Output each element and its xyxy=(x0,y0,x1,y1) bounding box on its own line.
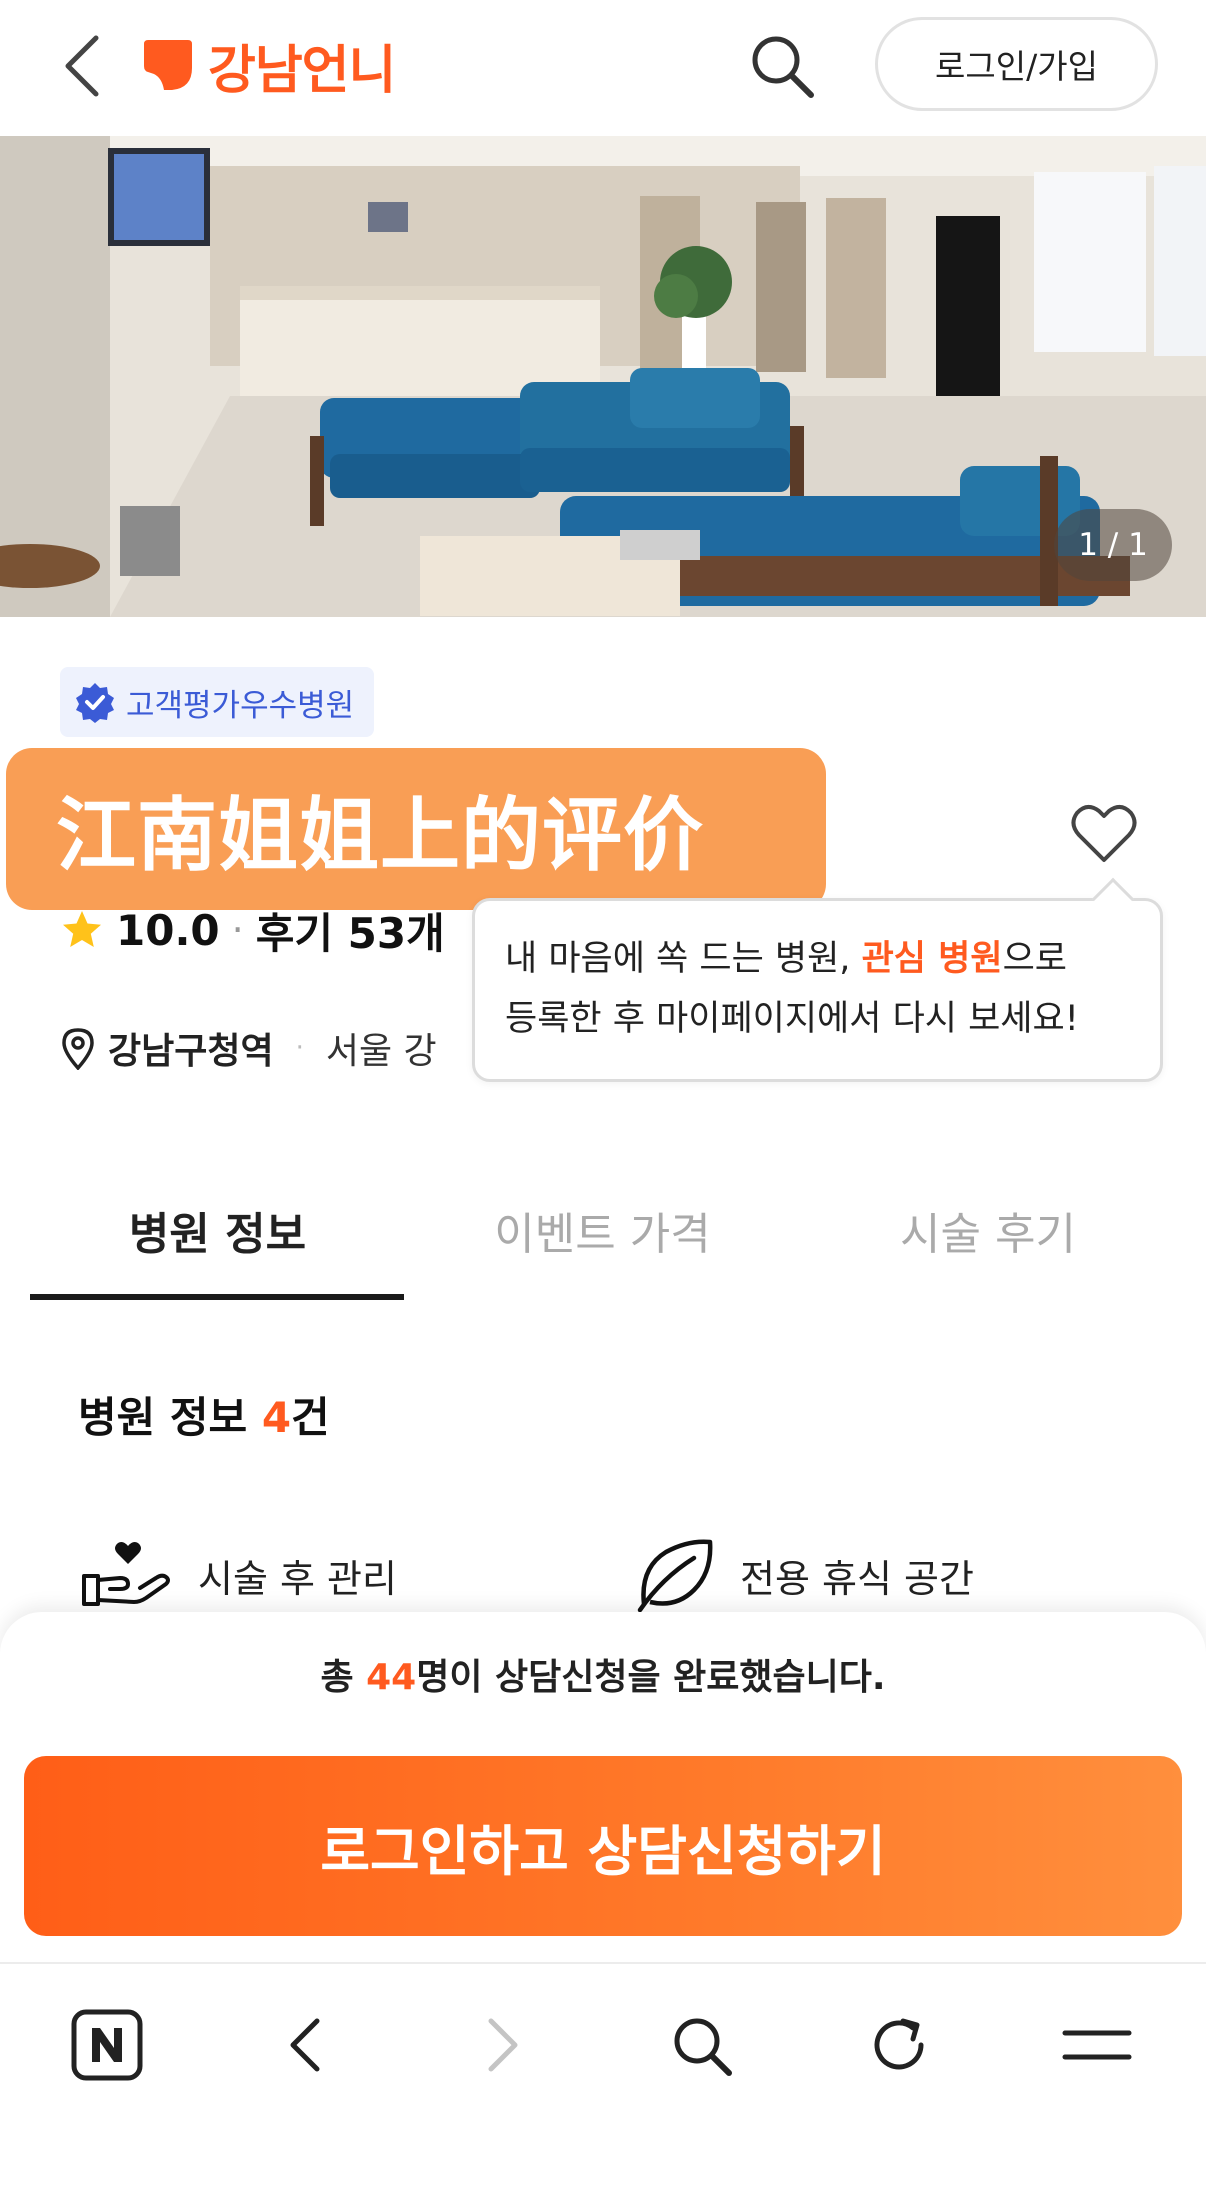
cta-label: 로그인하고 상담신청하기 xyxy=(320,1819,886,1883)
browser-forward-button[interactable] xyxy=(458,2000,548,2090)
login-signup-button[interactable]: 로그인/가입 xyxy=(875,17,1158,111)
tab-procedure-reviews[interactable]: 시술 후기 xyxy=(800,1160,1176,1300)
star-icon xyxy=(63,911,101,947)
logo-mark-icon xyxy=(144,40,192,90)
favorite-button[interactable] xyxy=(1066,798,1142,870)
naver-n-icon xyxy=(71,2009,143,2081)
caption-overlay-text: 江南姐姐上的评价 xyxy=(56,789,704,882)
caption-overlay: 江南姐姐上的评价 xyxy=(6,748,826,910)
photo-counter: 1 / 1 xyxy=(1054,509,1172,581)
section-title-text: 병원 정보 xyxy=(78,1393,262,1442)
back-button[interactable] xyxy=(52,30,112,102)
verified-badge-icon xyxy=(76,683,114,723)
logo-text: 강남언니 xyxy=(208,40,396,101)
feature-lounge: 전용 휴식 공간 xyxy=(636,1535,974,1615)
feature-label: 시술 후 관리 xyxy=(198,1556,397,1601)
search-button[interactable] xyxy=(744,28,820,104)
badge-label: 고객평가우수병원 xyxy=(126,687,355,724)
hand-heart-icon xyxy=(82,1542,170,1606)
favorite-tooltip: 내 마음에 쏙 드는 병원, 관심 병원으로 등록한 후 마이페이지에서 다시 … xyxy=(472,898,1163,1082)
browser-back-button[interactable] xyxy=(260,2000,350,2090)
rating-row: 10.0 · 후기 53개 xyxy=(60,902,445,958)
section-title: 병원 정보 4건 xyxy=(78,1384,330,1445)
excellent-hospital-badge: 고객평가우수병원 xyxy=(60,667,375,737)
consult-prefix: 총 xyxy=(320,1657,367,1698)
hospital-address: 서울 강 xyxy=(325,1031,437,1072)
browser-search-button[interactable] xyxy=(656,2000,746,2090)
leaf-icon xyxy=(637,1539,713,1612)
nearest-station: 강남구청역 xyxy=(108,1031,274,1072)
browser-menu-button[interactable] xyxy=(1052,2000,1142,2090)
section-unit: 건 xyxy=(291,1393,330,1442)
hamburger-menu-icon xyxy=(1062,2030,1132,2060)
hospital-tabs: 병원 정보 이벤트 가격 시술 후기 xyxy=(30,1160,1176,1300)
separator-dot: · xyxy=(231,908,244,952)
clinic-lobby-image xyxy=(0,136,1206,617)
tooltip-text: 내 마음에 쏙 드는 병원, xyxy=(505,939,862,979)
rating-value: 10.0 xyxy=(116,905,220,955)
active-tab-indicator xyxy=(30,1294,404,1300)
tab-hospital-info[interactable]: 병원 정보 xyxy=(30,1160,405,1300)
tooltip-line-1: 내 마음에 쏙 드는 병원, 관심 병원으로 xyxy=(505,929,1160,989)
browser-refresh-button[interactable] xyxy=(854,2000,944,2090)
location-pin-icon xyxy=(62,1028,94,1070)
chevron-right-icon xyxy=(488,2018,518,2072)
hospital-photo[interactable] xyxy=(0,136,1206,617)
consult-summary: 총 44명이 상담신청을 완료했습니다. xyxy=(0,1648,1206,1700)
login-consult-button[interactable]: 로그인하고 상담신청하기 xyxy=(24,1756,1182,1936)
feature-aftercare: 시술 후 관리 xyxy=(80,1535,397,1615)
refresh-icon xyxy=(874,2018,924,2070)
naver-home-button[interactable] xyxy=(62,2000,152,2090)
app-logo[interactable]: 강남언니 xyxy=(142,30,396,101)
location-row: 강남구청역 · 서울 강 xyxy=(60,1018,437,1078)
browser-toolbar xyxy=(0,1962,1206,2212)
consult-suffix: 명이 상담신청을 완료했습니다. xyxy=(416,1657,886,1698)
review-count[interactable]: 후기 53개 xyxy=(256,900,445,961)
feature-label: 전용 휴식 공간 xyxy=(740,1556,974,1601)
heart-icon xyxy=(1071,805,1137,862)
app-header: 강남언니 로그인/가입 xyxy=(0,0,1206,136)
tooltip-line-2: 등록한 후 마이페이지에서 다시 보세요! xyxy=(505,999,1079,1039)
tooltip-text: 으로 xyxy=(1002,939,1067,979)
tooltip-accent-text: 관심 병원 xyxy=(861,939,1003,979)
chevron-left-icon xyxy=(290,2018,320,2072)
search-icon xyxy=(674,2018,732,2076)
separator-dot: · xyxy=(295,1033,304,1063)
chevron-left-icon xyxy=(65,35,99,97)
tab-event-price[interactable]: 이벤트 가격 xyxy=(415,1160,790,1300)
consult-count: 44 xyxy=(366,1657,417,1698)
search-icon xyxy=(752,36,814,98)
section-count: 4 xyxy=(261,1393,292,1442)
